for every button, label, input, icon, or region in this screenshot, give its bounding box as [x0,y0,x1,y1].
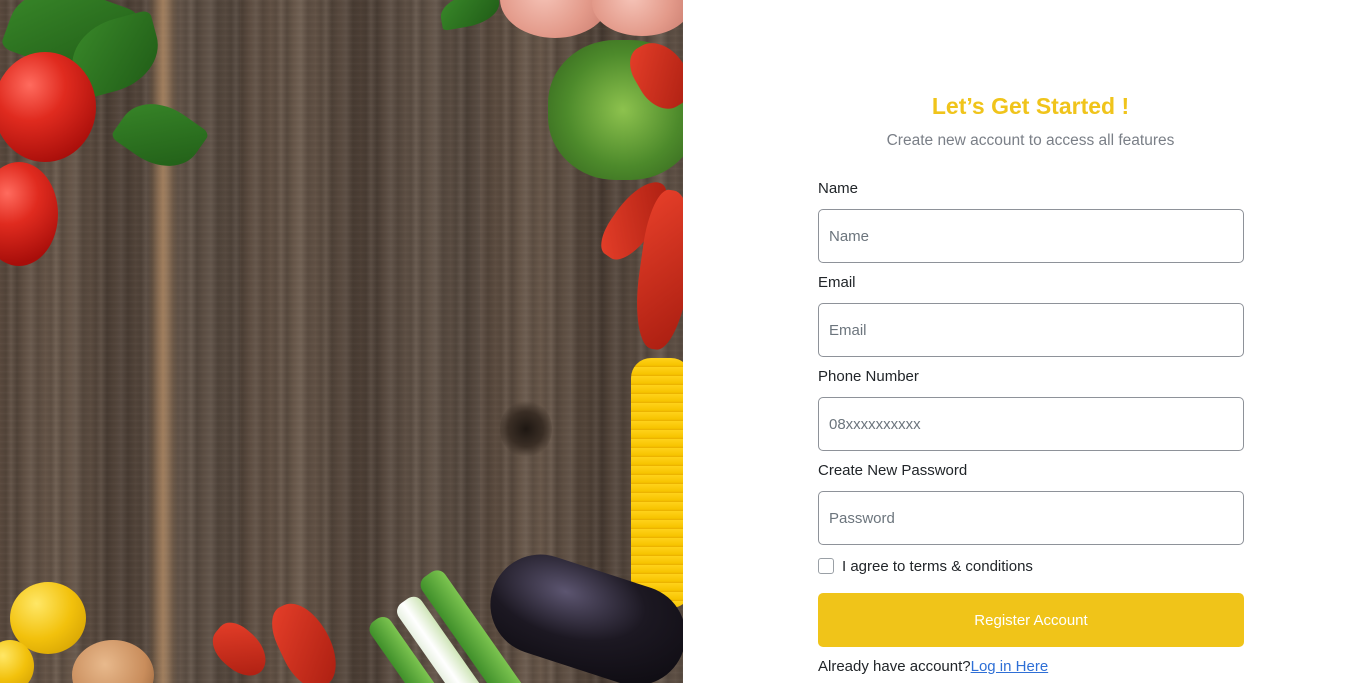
page-subtitle: Create new account to access all feature… [886,132,1175,149]
corn-cob [631,358,683,608]
login-row: Already have account?Log in Here [818,658,1048,675]
page-title: Let’s Get Started ! [931,93,1130,119]
name-label: Name [818,180,859,197]
terms-label: I agree to terms & conditions [842,557,1033,575]
terms-checkbox[interactable] [818,558,834,574]
login-prompt: Already have account? [818,658,971,675]
login-link[interactable]: Log in Here [971,658,1049,675]
email-input[interactable] [818,303,1244,357]
phone-input[interactable] [818,397,1244,451]
password-input[interactable] [818,491,1244,545]
password-label: Create New Password [818,462,968,479]
register-form: Let’s Get Started ! Create new account t… [683,0,1366,683]
terms-row: I agree to terms & conditions [818,556,1033,576]
name-input[interactable] [818,209,1244,263]
wood-plank-highlight [148,0,178,683]
hero-food-image [0,0,683,683]
register-button[interactable]: Register Account [818,593,1244,647]
email-label: Email [818,274,856,291]
phone-label: Phone Number [818,368,919,385]
wood-knot [500,400,552,458]
